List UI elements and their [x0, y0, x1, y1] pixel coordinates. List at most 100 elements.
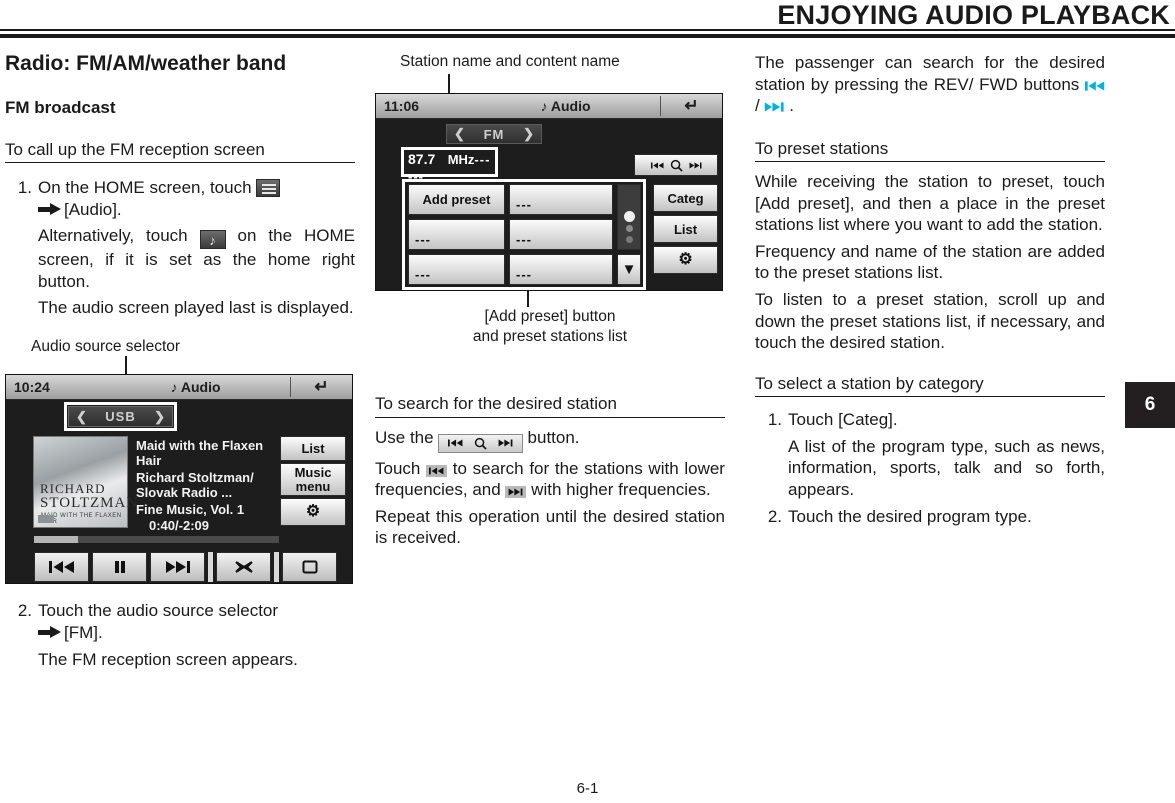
step-2: 2. Touch the audio source selector [FM].…	[5, 600, 355, 670]
back-arrow-icon[interactable]: ↵	[660, 96, 722, 117]
callout-area-station	[375, 71, 725, 94]
use-the-text-b: button.	[527, 427, 580, 447]
radio-source-prev-chevron-icon[interactable]: ❮	[454, 126, 465, 142]
radio-list-button-label: List	[673, 221, 698, 237]
repeat-icon	[302, 560, 317, 574]
step-1: 1. On the HOME screen, touch [Audio]. Al…	[5, 177, 355, 319]
audio-screen-clock: 10:24	[14, 379, 50, 396]
music-menu-button-label: Music menu	[294, 465, 332, 494]
fm-radio-screenshot: 11:06 ♪ Audio ↵ ❮ FM ❯ 87.7 MHz--- --- A…	[375, 93, 723, 292]
step-1-note: The audio screen played last is displaye…	[38, 298, 354, 318]
step-2-text-b: [FM].	[64, 622, 103, 642]
highlight-audio-source-selector	[64, 402, 177, 432]
steps-list-category: 1. Touch [Categ]. A list of the program …	[755, 409, 1105, 528]
audio-screen-topbar: 10:24 ♪ Audio ↵	[6, 375, 352, 401]
radio-source-selector[interactable]: ❮ FM ❯	[446, 124, 542, 145]
callout-area-preset	[375, 291, 725, 308]
callout-line-preset	[527, 291, 529, 308]
music-note-icon: ♪	[540, 98, 548, 115]
audio-playback-screenshot: 10:24 ♪ Audio ↵ ❮ USB ❯ RICHARD STOLTZMA…	[5, 374, 353, 585]
chapter-tab-number: 6	[1144, 394, 1156, 415]
category-step-1: 1. Touch [Categ]. A list of the program …	[755, 409, 1105, 500]
prev-track-button[interactable]	[34, 552, 89, 583]
radio-screen-topbar: 11:06 ♪ Audio ↵	[376, 94, 722, 120]
chapter-tab: 6	[1125, 382, 1175, 428]
pause-button[interactable]	[92, 552, 147, 583]
shuffle-button[interactable]	[216, 552, 271, 583]
music-menu-button[interactable]: Music menu	[280, 463, 346, 497]
search-bar-button[interactable]	[634, 154, 718, 177]
heading-preset-stations: To preset stations	[755, 139, 1105, 163]
categ-button-label: Categ	[667, 190, 704, 206]
radio-list-button[interactable]: List	[653, 215, 718, 244]
heading-select-by-category: To select a station by category	[755, 374, 1105, 398]
page-number: 6-1	[576, 780, 599, 797]
column-middle: Station name and content name 11:06 ♪ Au…	[375, 52, 725, 549]
step-1-alt-text-a: Alternatively, touch	[38, 226, 188, 246]
radio-source-next-chevron-icon[interactable]: ❯	[523, 126, 534, 142]
page-header: ENJOYING AUDIO PLAYBACK	[0, 0, 1175, 40]
radio-settings-button[interactable]: ⚙	[653, 246, 718, 275]
radio-screen-clock: 11:06	[384, 98, 420, 115]
page-footer: 6-1	[0, 780, 1175, 797]
subsection-title: FM broadcast	[5, 98, 116, 118]
category-step-1-text: Touch [Categ].	[788, 410, 898, 430]
category-step-1-note: A list of the program type, such as news…	[788, 436, 1105, 499]
column-right: The passenger can search for the desired…	[755, 52, 1105, 532]
search-next-icon	[689, 162, 701, 169]
pause-icon	[114, 561, 125, 574]
search-next-key-icon	[505, 486, 527, 499]
step-1-alternative: Alternatively, touch ♪ on the HOME scree…	[38, 225, 355, 292]
step-2-number: 2.	[17, 601, 32, 621]
settings-button[interactable]: ⚙	[280, 498, 346, 527]
next-track-icon	[165, 561, 190, 574]
divider-tick	[208, 552, 213, 583]
caption-add-preset-line2: and preset stations list	[472, 327, 628, 345]
preset-paragraph-1: While receiving the station to preset, t…	[755, 172, 1105, 235]
use-the-search-button-text: Use the button.	[375, 427, 725, 453]
album-badge	[38, 515, 54, 524]
radio-source-label: FM	[483, 126, 505, 142]
touch-search-text: Touch to search for the stations with lo…	[375, 458, 725, 501]
progress-fill	[34, 536, 78, 544]
caption-add-preset: [Add preset] button and preset stations …	[375, 307, 725, 346]
callout-line-audio-source	[125, 356, 127, 375]
list-button[interactable]: List	[280, 436, 346, 462]
audio-screen-body: ❮ USB ❯ RICHARD STOLTZMAN MAID WITH THE …	[6, 400, 352, 584]
touch-text-c: with higher frequencies.	[531, 480, 711, 500]
manual-page: ENJOYING AUDIO PLAYBACK 6 Radio: FM/AM/w…	[0, 0, 1175, 803]
fwd-button-icon	[764, 100, 785, 114]
list-button-label: List	[301, 441, 325, 457]
search-prev-key-icon	[426, 464, 448, 477]
passenger-text-c: .	[789, 96, 794, 116]
repeat-button[interactable]	[282, 552, 337, 583]
section-title: Radio: FM/AM/weather band	[5, 52, 287, 75]
step-2-note: The FM reception screen appears.	[38, 649, 298, 669]
caption-station-name: Station name and content name	[400, 53, 620, 70]
back-arrow-icon[interactable]: ↵	[290, 377, 352, 398]
heading-call-up-fm: To call up the FM reception screen	[5, 140, 355, 164]
search-bar-icon-group	[438, 433, 523, 453]
steps-list-col1: 1. On the HOME screen, touch [Audio]. Al…	[5, 177, 355, 319]
album-art: RICHARD STOLTZMAN MAID WITH THE FLAXEN H…	[33, 436, 137, 529]
header-rule-thick	[0, 34, 1175, 38]
search-next-icon	[498, 439, 513, 447]
category-step-2-text: Touch the desired program type.	[788, 507, 1032, 527]
categ-button[interactable]: Categ	[653, 184, 718, 213]
header-rule-thin	[0, 29, 1175, 31]
radio-screen-body: ❮ FM ❯ 87.7 MHz--- --- Add preset --- --…	[376, 119, 722, 291]
touch-text-a: Touch	[375, 458, 421, 478]
use-the-text-a: Use the	[375, 427, 434, 447]
audio-screen-title: ♪ Audio	[101, 379, 290, 395]
heading-search-station: To search for the desired station	[375, 394, 725, 418]
next-track-button[interactable]	[150, 552, 205, 583]
music-note-icon: ♪	[170, 379, 178, 396]
category-step-2: 2. Touch the desired program type.	[755, 506, 1105, 528]
caption-add-preset-line1: [Add preset] button	[484, 308, 616, 326]
hamburger-menu-icon	[256, 179, 281, 198]
prev-track-icon	[48, 561, 74, 574]
callout-line-station-name	[448, 74, 450, 94]
radio-screen-title: ♪ Audio	[471, 98, 660, 114]
step-1-number: 1.	[17, 178, 32, 198]
preset-paragraph-2: Frequency and name of the station are ad…	[755, 241, 1105, 283]
